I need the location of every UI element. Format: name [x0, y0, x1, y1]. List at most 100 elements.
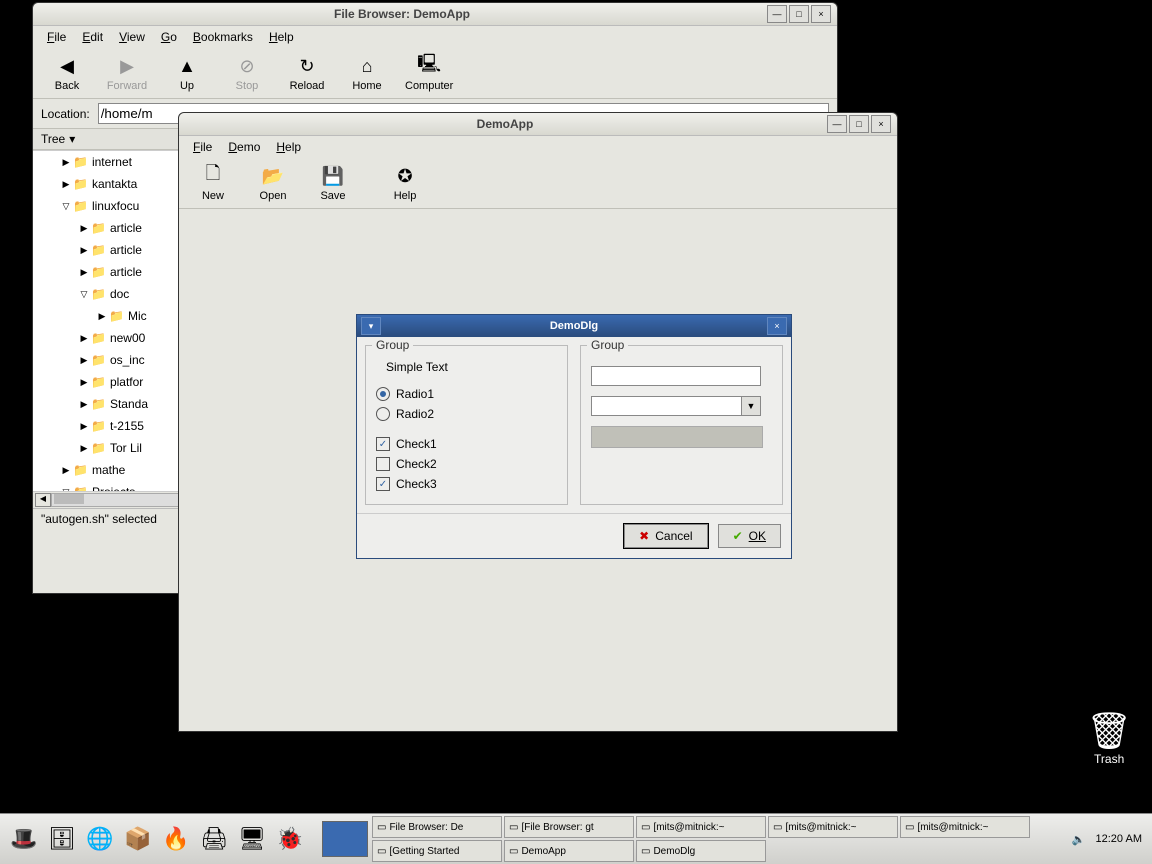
clock[interactable]: 12:20 AM: [1096, 833, 1142, 845]
demoapp-titlebar[interactable]: DemoApp — □ ×: [179, 113, 897, 136]
close-button[interactable]: ×: [811, 5, 831, 23]
menu-edit[interactable]: Edit: [76, 28, 109, 46]
dialog-title: DemoDlg: [381, 320, 767, 332]
taskbar-task[interactable]: ▭DemoDlg: [636, 840, 766, 862]
flame-launcher-icon[interactable]: 🔥: [160, 823, 192, 855]
trash-desktop-icon[interactable]: 🗑 Trash: [1086, 710, 1132, 766]
combo-box[interactable]: ▼: [591, 396, 772, 416]
redhat-launcher-icon[interactable]: 🎩: [8, 823, 40, 855]
text-input[interactable]: [591, 366, 761, 386]
close-button[interactable]: ×: [767, 317, 787, 335]
checkbox-icon: [376, 457, 390, 471]
folder-icon: 📁: [91, 243, 106, 257]
dialog-button-row: ✖Cancel ✔OK: [357, 513, 791, 558]
radio1[interactable]: Radio1: [376, 384, 557, 404]
menu-help[interactable]: Help: [263, 28, 300, 46]
checkbox-checked-icon: ✓: [376, 477, 390, 491]
trash-icon: 🗑: [1086, 710, 1132, 752]
radio-on-icon: [376, 387, 390, 401]
expand-icon[interactable]: ▽: [77, 289, 91, 300]
toolbar-reload-button[interactable]: ↻Reload: [279, 52, 335, 94]
toolbar-back-button[interactable]: ◀Back: [39, 52, 95, 94]
window-icon: ▭: [377, 846, 386, 857]
group-left: Group Simple Text Radio1 Radio2 ✓Check1 …: [365, 345, 568, 505]
minimize-button[interactable]: —: [827, 115, 847, 133]
up-icon: ▲: [175, 54, 199, 78]
toolbar-home-button[interactable]: ⌂Home: [339, 52, 395, 94]
bug-launcher-icon[interactable]: 🐞: [274, 823, 306, 855]
expand-icon[interactable]: ▶: [77, 377, 91, 388]
maximize-button[interactable]: □: [849, 115, 869, 133]
maximize-button[interactable]: □: [789, 5, 809, 23]
scroll-left-icon[interactable]: ◀: [35, 493, 51, 507]
expand-icon[interactable]: ▶: [77, 399, 91, 410]
toolbar-new-button[interactable]: 🗋New: [185, 162, 241, 204]
folder-icon: 📁: [91, 265, 106, 279]
expand-icon[interactable]: ▽: [59, 201, 73, 212]
rollup-button[interactable]: ▾: [361, 317, 381, 335]
menu-view[interactable]: View: [113, 28, 151, 46]
workspace-switcher[interactable]: [322, 821, 368, 857]
taskbar-task[interactable]: ▭[File Browser: gt: [504, 816, 634, 838]
dialog-titlebar[interactable]: ▾ DemoDlg ×: [357, 315, 791, 337]
print-launcher-icon[interactable]: 🖨: [198, 823, 230, 855]
expand-icon[interactable]: ▶: [59, 465, 73, 476]
radio2[interactable]: Radio2: [376, 404, 557, 424]
menu-file[interactable]: File: [41, 28, 72, 46]
check1[interactable]: ✓Check1: [376, 434, 557, 454]
volume-icon[interactable]: 🔈: [1072, 833, 1086, 846]
folder-icon: 📁: [91, 353, 106, 367]
expand-icon[interactable]: ▶: [77, 443, 91, 454]
terminal-launcher-icon[interactable]: 🖥: [236, 823, 268, 855]
close-button[interactable]: ×: [871, 115, 891, 133]
cancel-button[interactable]: ✖Cancel: [624, 524, 707, 548]
menu-help[interactable]: Help: [270, 138, 307, 156]
toolbar-up-button[interactable]: ▲Up: [159, 52, 215, 94]
taskbar-task[interactable]: ▭[mits@mitnick:~: [636, 816, 766, 838]
combo-input[interactable]: [591, 396, 741, 416]
expand-icon[interactable]: ▶: [77, 223, 91, 234]
menu-go[interactable]: Go: [155, 28, 183, 46]
taskbar-task[interactable]: ▭File Browser: De: [372, 816, 502, 838]
taskbar-task[interactable]: ▭DemoApp: [504, 840, 634, 862]
menu-bookmarks[interactable]: Bookmarks: [187, 28, 259, 46]
chevron-down-icon: ▾: [69, 132, 75, 146]
expand-icon[interactable]: ▶: [77, 333, 91, 344]
taskbar-task[interactable]: ▭[Getting Started: [372, 840, 502, 862]
checkbox-checked-icon: ✓: [376, 437, 390, 451]
help-icon: ✪: [393, 164, 417, 188]
web-launcher-icon[interactable]: 🌐: [84, 823, 116, 855]
files-launcher-icon[interactable]: 🗄: [46, 823, 78, 855]
task-list: ▭File Browser: De▭[File Browser: gt▭[mit…: [368, 814, 1062, 864]
minimize-button[interactable]: —: [767, 5, 787, 23]
menu-file[interactable]: File: [187, 138, 218, 156]
expand-icon[interactable]: ▶: [95, 311, 109, 322]
expand-icon[interactable]: ▽: [59, 487, 73, 492]
expand-icon[interactable]: ▶: [77, 421, 91, 432]
expand-icon[interactable]: ▶: [77, 355, 91, 366]
chevron-down-icon[interactable]: ▼: [741, 396, 761, 416]
menu-demo[interactable]: Demo: [222, 138, 266, 156]
dialog-body: Group Simple Text Radio1 Radio2 ✓Check1 …: [357, 337, 791, 513]
taskbar-task[interactable]: ▭[mits@mitnick:~: [768, 816, 898, 838]
folder-icon: 📁: [73, 155, 88, 169]
toolbar-computer-button[interactable]: 🖳Computer: [399, 52, 459, 94]
check3[interactable]: ✓Check3: [376, 474, 557, 494]
toolbar-save-button[interactable]: 💾Save: [305, 162, 361, 204]
new-icon: 🗋: [201, 164, 225, 188]
ok-button[interactable]: ✔OK: [718, 524, 781, 548]
expand-icon[interactable]: ▶: [59, 157, 73, 168]
toolbar-open-button[interactable]: 📂Open: [245, 162, 301, 204]
file-browser-titlebar[interactable]: File Browser: DemoApp — □ ×: [33, 3, 837, 26]
expand-icon[interactable]: ▶: [59, 179, 73, 190]
taskbar-task[interactable]: ▭[mits@mitnick:~: [900, 816, 1030, 838]
folder-icon: 📁: [91, 441, 106, 455]
window-icon: ▭: [773, 822, 782, 833]
toolbar-help-button[interactable]: ✪Help: [377, 162, 433, 204]
expand-icon[interactable]: ▶: [77, 267, 91, 278]
check2[interactable]: Check2: [376, 454, 557, 474]
folder-icon: 📁: [73, 485, 88, 491]
back-icon: ◀: [55, 54, 79, 78]
package-launcher-icon[interactable]: 📦: [122, 823, 154, 855]
expand-icon[interactable]: ▶: [77, 245, 91, 256]
